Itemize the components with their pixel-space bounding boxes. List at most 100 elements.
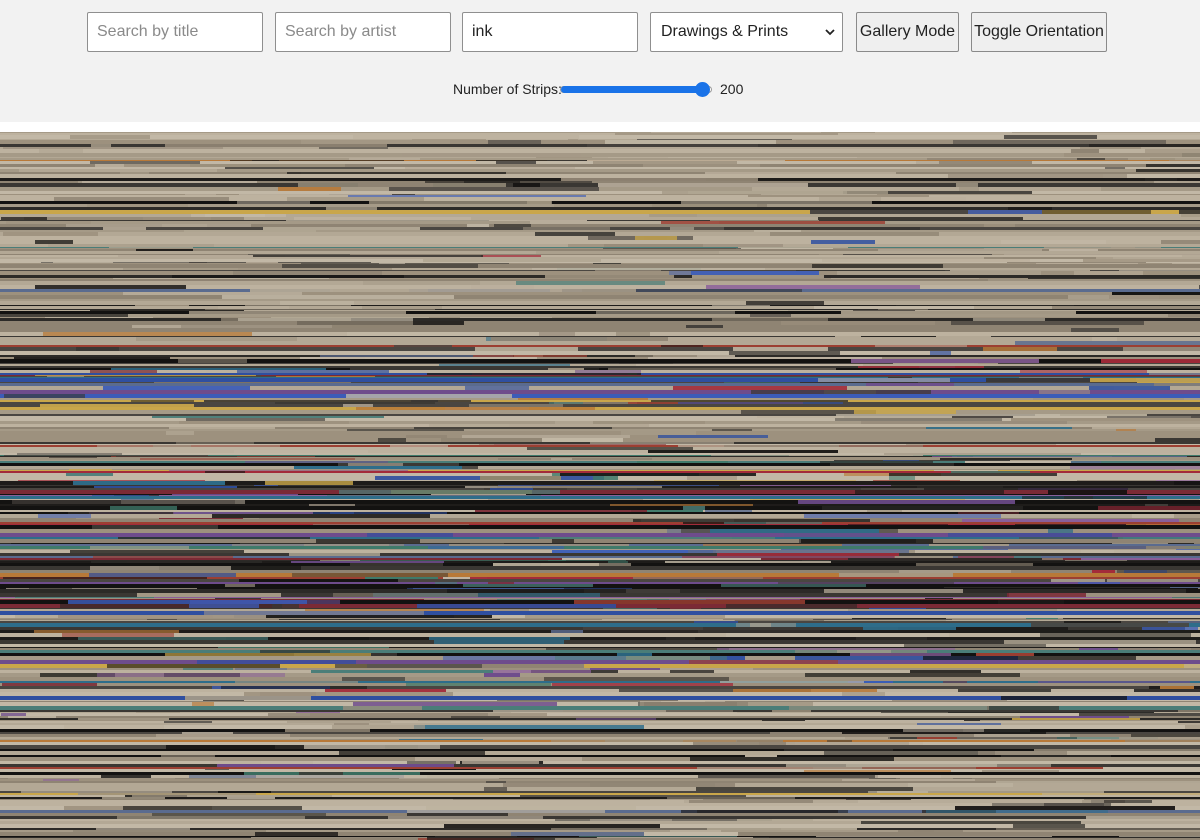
strips-slider[interactable]	[560, 82, 712, 97]
image-strip-segment	[54, 197, 229, 201]
image-strip	[0, 522, 1200, 524]
image-strip	[0, 383, 1200, 386]
image-strip-segment	[1168, 314, 1200, 317]
image-strip	[0, 619, 1200, 620]
image-strip	[0, 692, 1200, 696]
image-strip-segment	[1178, 721, 1200, 723]
department-select-value: Drawings & Prints	[661, 23, 789, 40]
image-strip-segment	[724, 522, 822, 524]
image-strip-segment	[748, 195, 929, 197]
image-strip-segment	[460, 317, 552, 318]
gallery-mode-button[interactable]: Gallery Mode	[856, 12, 959, 52]
image-strip-segment	[798, 500, 1015, 504]
image-strip-segment	[669, 271, 819, 275]
image-strip-segment	[854, 410, 956, 414]
image-strip-segment	[667, 797, 795, 799]
image-strip-segment	[169, 470, 408, 471]
image-strip-segment	[1043, 178, 1200, 181]
image-strip-segment	[710, 220, 819, 221]
search-medium-input[interactable]	[462, 12, 638, 52]
image-strip-segment	[836, 414, 1060, 416]
image-strip-segment	[603, 248, 741, 249]
image-strip-segment	[136, 249, 193, 251]
image-strip-segment	[824, 751, 995, 755]
image-strip-segment	[536, 251, 719, 254]
image-strip-segment	[597, 837, 753, 838]
image-strip	[0, 597, 1200, 598]
department-select[interactable]: Drawings & Prints	[650, 12, 843, 52]
image-strip-segment	[1052, 306, 1200, 309]
image-strip-segment	[843, 254, 992, 255]
image-strip-segment	[405, 167, 575, 169]
image-strip-segment	[225, 167, 374, 169]
image-strip-segment	[239, 579, 398, 582]
image-strip-segment	[369, 597, 590, 598]
image-strip-segment	[900, 778, 953, 779]
image-strip-segment	[103, 386, 250, 390]
search-title-input[interactable]	[87, 12, 263, 52]
image-strip-segment	[875, 345, 967, 347]
image-strip-segment	[881, 197, 1014, 201]
image-strip-segment	[974, 363, 998, 364]
image-strip-segment	[687, 476, 737, 480]
image-strip-segment	[467, 224, 489, 227]
image-strip-segment	[908, 783, 1013, 787]
image-strip-segment	[581, 751, 785, 755]
toggle-orientation-button[interactable]: Toggle Orientation	[971, 12, 1107, 52]
image-strip-segment	[279, 619, 500, 620]
image-strip-segment	[1182, 255, 1200, 257]
image-strip-segment	[1051, 579, 1105, 582]
image-strip-segment	[2, 683, 97, 686]
image-strip	[0, 757, 1200, 761]
image-strip	[0, 336, 1200, 337]
image-strip	[0, 366, 1200, 368]
image-strip	[0, 553, 1200, 556]
image-strip-segment	[429, 637, 570, 640]
image-strip-segment	[837, 271, 1041, 275]
image-strip-segment	[698, 775, 878, 778]
image-strip-segment	[491, 337, 668, 341]
image-strip-segment	[551, 630, 583, 633]
image-strip-segment	[76, 347, 119, 351]
image-strip	[0, 466, 1200, 469]
image-strip-segment	[974, 734, 1070, 737]
image-strip-segment	[414, 427, 612, 429]
image-strip-segment	[940, 458, 1072, 460]
image-strip-segment	[869, 608, 926, 609]
image-strip-segment	[812, 264, 943, 268]
image-strip-segment	[761, 194, 869, 195]
image-strip-segment	[996, 781, 1200, 783]
image-strip-segment	[207, 321, 413, 325]
strips-slider-thumb[interactable]	[695, 82, 711, 97]
image-strip-segment	[1015, 341, 1200, 345]
image-strip	[0, 767, 1200, 769]
image-strip-segment	[264, 328, 495, 332]
image-strip-segment	[650, 214, 850, 217]
image-strip-segment	[388, 816, 543, 819]
image-strip-segment	[796, 270, 950, 271]
image-strip-segment	[661, 345, 703, 347]
image-strip-segment	[1001, 696, 1127, 700]
image-strip-segment	[689, 800, 813, 803]
image-strip-segment	[1130, 453, 1200, 455]
image-strip-segment	[690, 566, 844, 570]
image-strip	[0, 611, 1200, 615]
image-strip-segment	[153, 279, 249, 281]
image-strip-segment	[583, 627, 703, 630]
image-strip-segment	[822, 506, 1023, 510]
image-strip-segment	[688, 191, 847, 194]
image-strip-segment	[863, 627, 956, 630]
image-strip-segment	[244, 692, 453, 696]
image-strip-segment	[498, 485, 719, 486]
image-strip-segment	[227, 797, 275, 799]
image-strip-segment	[62, 181, 82, 183]
image-strip-segment	[489, 429, 653, 431]
image-strip-segment	[305, 609, 484, 611]
image-strip-segment	[367, 533, 453, 537]
image-strip-segment	[593, 161, 737, 164]
image-strip-segment	[462, 435, 630, 438]
image-strip	[0, 701, 1200, 702]
search-artist-input[interactable]	[275, 12, 451, 52]
image-strip-segment	[883, 460, 919, 461]
image-strip	[0, 376, 1200, 377]
